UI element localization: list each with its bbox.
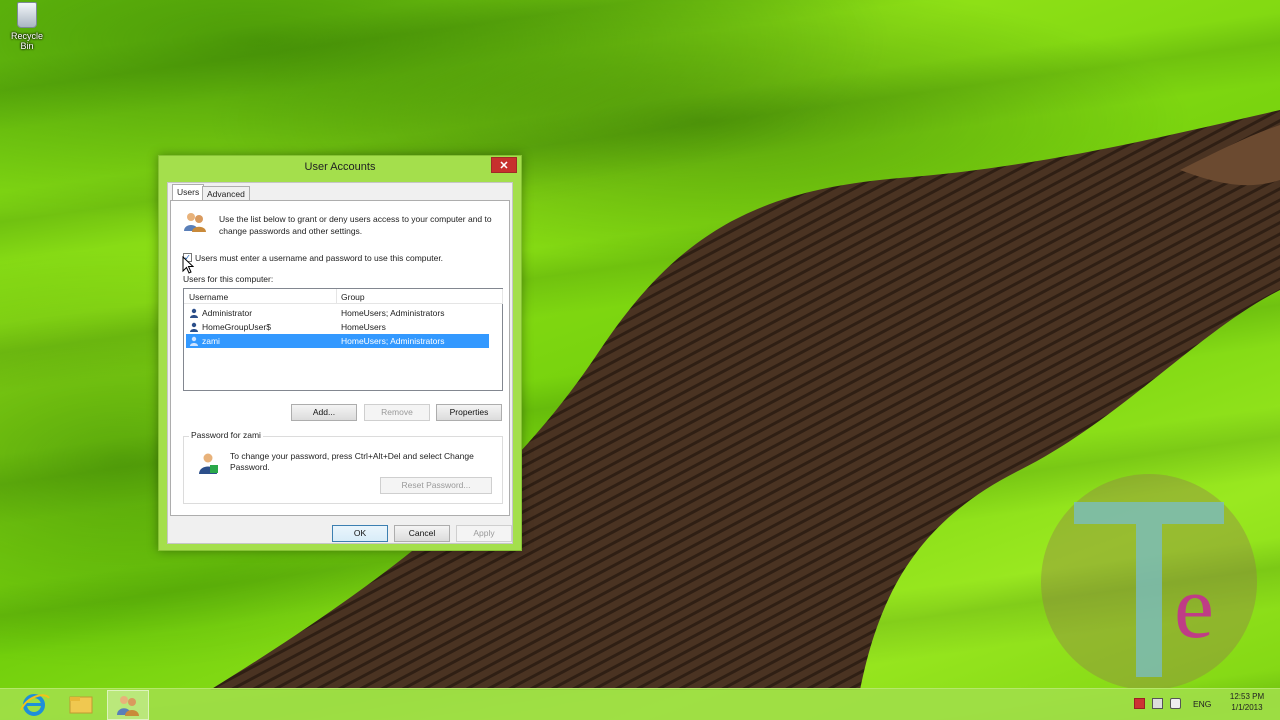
add-button[interactable]: Add... [291,404,357,421]
list-item[interactable]: Administrator HomeUsers; Administrators [186,306,489,320]
users-group-icon [184,213,206,232]
dialog-title: User Accounts [304,161,376,173]
user-password-icon [199,453,218,474]
network-icon[interactable] [1152,698,1163,709]
column-header-username[interactable]: Username [189,292,228,302]
list-item-username: Administrator [202,308,253,318]
mouse-cursor-icon [182,256,194,274]
close-icon: ✕ [499,160,509,172]
dialog-titlebar[interactable]: User Accounts ✕ [159,156,521,180]
file-explorer-icon [69,696,93,714]
close-button[interactable]: ✕ [491,157,517,173]
clock-time: 12:53 PM [1229,692,1265,701]
recycle-bin[interactable]: Recycle Bin [4,2,50,51]
list-item-group: HomeUsers [341,322,386,332]
tab-advanced[interactable]: Advanced [202,186,250,201]
user-accounts-icon [117,696,139,716]
system-tray [1132,698,1192,712]
cancel-button[interactable]: Cancel [394,525,450,542]
watermark-logo: e [1041,474,1257,688]
taskbar-file-explorer[interactable] [60,690,102,720]
list-item-username: zami [202,336,220,346]
intro-text: Use the list below to grant or deny user… [219,214,492,236]
password-instructions: To change your password, press Ctrl+Alt+… [230,451,474,472]
list-item-group: HomeUsers; Administrators [341,308,445,318]
list-item-selected[interactable]: zami HomeUsers; Administrators [186,334,489,348]
taskbar: ENG 12:53 PM 1/1/2013 [0,688,1280,720]
list-item-username: HomeGroupUser$ [202,322,271,332]
users-for-label: Users for this computer: [183,274,274,284]
column-header-group[interactable]: Group [341,292,365,302]
clock[interactable]: 12:53 PM 1/1/2013 [1220,691,1274,713]
user-accounts-dialog: User Accounts ✕ Users Advanced Use the l… [158,155,522,551]
properties-button[interactable]: Properties [436,404,502,421]
recycle-bin-icon [17,2,37,28]
list-item-group: HomeUsers; Administrators [341,336,445,346]
password-group-legend: Password for zami [189,430,263,440]
user-icon [190,308,198,318]
remove-button[interactable]: Remove [364,404,430,421]
dialog-client-area: Users Advanced Use the list below to gra… [167,182,513,544]
taskbar-user-accounts[interactable] [107,690,149,720]
users-tab-panel: Use the list below to grant or deny user… [170,200,510,516]
reset-password-button[interactable]: Reset Password... [380,477,492,494]
internet-explorer-icon [20,694,50,716]
volume-icon[interactable] [1170,698,1181,709]
recycle-bin-label: Recycle Bin [10,31,43,51]
language-indicator[interactable]: ENG [1193,699,1211,709]
users-list[interactable]: Username Group Administrator HomeUsers; … [183,288,503,391]
column-divider[interactable] [502,289,503,304]
user-icon [190,322,198,332]
clock-date: 1/1/2013 [1231,703,1263,712]
taskbar-internet-explorer[interactable] [13,690,55,720]
list-item[interactable]: HomeGroupUser$ HomeUsers [186,320,489,334]
action-center-flag-icon[interactable] [1134,698,1145,709]
password-group: To change your password, press Ctrl+Alt+… [183,436,503,504]
require-login-label[interactable]: Users must enter a username and password… [195,253,443,263]
svg-text:e: e [1174,558,1214,657]
column-divider[interactable] [336,289,337,304]
user-icon [190,336,198,346]
ok-button[interactable]: OK [332,525,388,542]
list-header: Username Group [184,289,503,304]
apply-button[interactable]: Apply [456,525,512,542]
